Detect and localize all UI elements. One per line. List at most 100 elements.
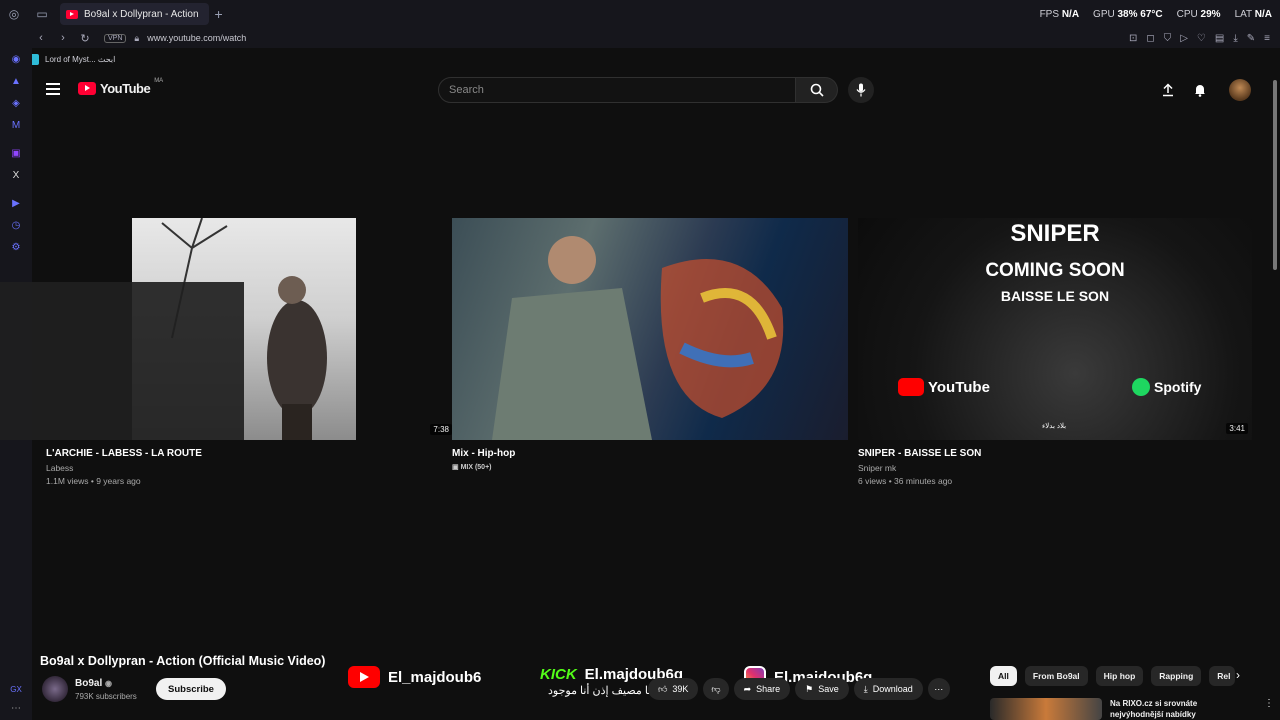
- channel-avatar[interactable]: [42, 676, 68, 702]
- back-icon[interactable]: ‹: [32, 32, 50, 44]
- end-card-3-thumbnail[interactable]: SNIPER COMING SOON BAISSE LE SON YouTube…: [858, 218, 1252, 440]
- youtube-favicon-icon: [66, 9, 78, 19]
- sidebar-paint-icon[interactable]: ◈: [0, 92, 32, 114]
- new-tab-button[interactable]: +: [215, 6, 223, 22]
- pin-icon[interactable]: ⊡: [1129, 33, 1137, 44]
- menu-icon[interactable]: ≡: [1264, 33, 1270, 44]
- end-card-1-channel: Labess: [46, 463, 74, 473]
- sidebar-ad-item[interactable]: Na RIXO.cz si srovnáte nejvýhodnější nab…: [990, 698, 1274, 720]
- end-card-3[interactable]: SNIPER COMING SOON BAISSE LE SON YouTube…: [858, 218, 1252, 486]
- end-card-2-title[interactable]: Mix - Hip-hop: [452, 448, 848, 459]
- thumbs-down-icon: 👎︎: [711, 683, 721, 694]
- chip-hip-hop[interactable]: Hip hop: [1095, 666, 1144, 686]
- lock-icon[interactable]: 🔒︎: [134, 33, 139, 44]
- bookmark-save-icon: ⚑: [805, 683, 814, 694]
- tab-active[interactable]: Bo9al x Dollypran - Action: [60, 3, 209, 25]
- sidebar-twitch-icon[interactable]: ▣: [0, 142, 32, 164]
- search-button[interactable]: [796, 77, 838, 103]
- sidebar-m-icon[interactable]: M: [0, 114, 32, 136]
- youtube-header: YouTube MA: [32, 70, 1270, 110]
- sidebar-more-icon[interactable]: ⋯: [0, 703, 32, 714]
- end-card-1-title[interactable]: L'ARCHIE - LABESS - LA ROUTE: [46, 448, 426, 459]
- share-icon: ➦: [743, 683, 752, 694]
- vpn-badge[interactable]: VPN: [104, 33, 127, 43]
- fps-label: FPS: [1039, 8, 1060, 20]
- voice-search-button[interactable]: [848, 77, 874, 103]
- bookmark-item[interactable]: Lord of Myst... ابحث: [45, 55, 115, 64]
- youtube-logo[interactable]: YouTube MA: [78, 78, 164, 96]
- sidebar-history-icon[interactable]: ◷: [0, 214, 32, 236]
- overlay-arabic-text: أنا مصيف إذن أنا موجود: [548, 685, 655, 697]
- youtube-play-icon: [78, 82, 96, 95]
- thumbs-up-icon: 👍︎: [658, 683, 668, 694]
- tab-overview-icon[interactable]: ▭: [28, 0, 56, 28]
- ad-thumbnail[interactable]: [990, 698, 1102, 720]
- play-icon[interactable]: ▷: [1180, 33, 1188, 44]
- lat-label: LAT: [1234, 8, 1252, 20]
- thumb-sniper-headline: SNIPER: [1010, 220, 1100, 247]
- chip-from-channel[interactable]: From Bo9al: [1024, 666, 1088, 686]
- sidebar-bag-icon[interactable]: ▲: [0, 70, 32, 92]
- dislike-button[interactable]: 👎︎: [703, 678, 729, 700]
- account-avatar[interactable]: [1229, 79, 1251, 101]
- end-card-3-title[interactable]: SNIPER - BAISSE LE SON: [858, 448, 1252, 459]
- cpu-value: 29%: [1200, 8, 1221, 20]
- page-scrollbar[interactable]: [1272, 70, 1278, 270]
- like-count: 39K: [672, 684, 689, 694]
- download-arrow-icon: ⤓: [863, 683, 868, 694]
- ad-more-icon[interactable]: ⋮: [1264, 698, 1274, 720]
- like-button[interactable]: 👍︎ 39K: [648, 678, 699, 700]
- save-button[interactable]: ⚑ Save: [795, 678, 849, 700]
- chip-all[interactable]: All: [990, 666, 1017, 686]
- hamburger-menu-icon[interactable]: [46, 83, 60, 95]
- channel-name[interactable]: Bo9al ◉: [75, 678, 112, 689]
- browser-tabbar: ◎ ▭ Bo9al x Dollypran - Action + FPS N/A…: [0, 0, 1280, 28]
- verified-icon: ◉: [105, 679, 112, 688]
- thumb-arabic-text: بلاد بدلاء: [1042, 423, 1067, 430]
- ad-title[interactable]: Na RIXO.cz si srovnáte nejvýhodnější nab…: [1110, 698, 1220, 720]
- country-code: MA: [154, 78, 164, 84]
- tab-title: Bo9al x Dollypran - Action: [84, 8, 199, 20]
- chips-next-chevron-icon[interactable]: ›: [1236, 668, 1240, 682]
- fps-value: N/A: [1061, 8, 1080, 20]
- sidebar-messenger-icon[interactable]: ◉: [0, 48, 32, 70]
- notifications-bell-icon[interactable]: [1190, 80, 1210, 100]
- wallet-icon[interactable]: ▤: [1215, 33, 1224, 44]
- sidebar-player-icon[interactable]: ▶: [0, 192, 32, 214]
- painter-image: [492, 236, 784, 440]
- download-button[interactable]: ⤓ Download: [853, 678, 923, 700]
- overlay-kick-logo: KICK: [540, 666, 577, 683]
- sidebar-gx-icon[interactable]: GX: [0, 685, 32, 694]
- thumb-baisse-le-son: BAISSE LE SON: [1000, 288, 1110, 304]
- end-card-1-meta: 1.1M views • 9 years ago: [46, 476, 141, 486]
- download-icon[interactable]: ⤓: [1233, 33, 1237, 44]
- search-icon: [810, 83, 824, 97]
- mix-icon: ▣: [452, 464, 461, 471]
- chip-related[interactable]: Rel: [1209, 666, 1236, 686]
- ai-icon[interactable]: ✎: [1247, 33, 1255, 44]
- sidebar-x-icon[interactable]: X: [0, 164, 32, 186]
- share-button[interactable]: ➦ Share: [733, 678, 791, 700]
- url-text[interactable]: www.youtube.com/watch: [147, 33, 246, 43]
- heart-icon[interactable]: ♡: [1197, 33, 1206, 44]
- upload-icon[interactable]: [1158, 80, 1178, 100]
- more-actions-icon[interactable]: ⋯: [927, 678, 950, 700]
- subscribe-button[interactable]: Subscribe: [156, 678, 226, 700]
- hover-preview-overlay: [0, 282, 244, 440]
- shield-icon[interactable]: ⛉: [1164, 33, 1172, 44]
- performance-stats: FPS N/A GPU 38% 67°C CPU 29% LAT N/A: [1040, 0, 1272, 28]
- search-input[interactable]: [449, 84, 795, 96]
- chip-rapping[interactable]: Rapping: [1151, 666, 1202, 686]
- forward-icon[interactable]: ›: [54, 32, 72, 44]
- snapshot-icon[interactable]: ◻: [1146, 33, 1154, 44]
- scrollbar-thumb[interactable]: [1273, 80, 1277, 270]
- thumb-youtube-logo: YouTube: [898, 378, 990, 396]
- reload-icon[interactable]: ↻: [76, 32, 94, 45]
- video-title: Bo9al x Dollypran - Action (Official Mus…: [40, 654, 326, 668]
- end-card-2-thumbnail[interactable]: [452, 218, 848, 440]
- subscriber-count: 793K subscribers: [75, 692, 137, 701]
- browser-logo-icon[interactable]: ◎: [0, 0, 28, 28]
- thumb-coming-soon: COMING SOON: [985, 260, 1125, 281]
- end-card-2[interactable]: Mix - Hip-hop ▣ MIX (50+): [452, 218, 848, 471]
- sidebar-settings-icon[interactable]: ⚙: [0, 236, 32, 258]
